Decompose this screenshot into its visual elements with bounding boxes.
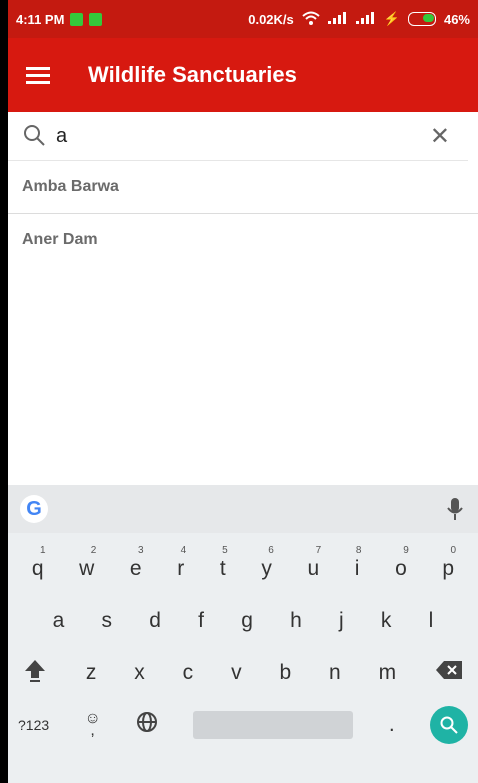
search-enter-key[interactable]	[429, 706, 468, 744]
key-t[interactable]: t5	[220, 545, 228, 581]
keyboard-row-4: ?123 ☺ , .	[8, 699, 478, 751]
emoji-comma-key[interactable]: ☺ ,	[84, 711, 100, 739]
key-u[interactable]: u7	[307, 545, 321, 581]
charging-icon: ⚡	[383, 11, 400, 26]
soft-keyboard: G q1 w2 e3 r4 t5 y6 u7 i8 o9 p0 a s d f …	[8, 485, 478, 783]
phone-screen: 4:11 PM 0.02K/s ⚡ 46% Wildlife Sanctuari…	[8, 0, 478, 783]
search-icon	[22, 123, 48, 149]
search-input[interactable]	[54, 123, 388, 149]
notification-icon	[70, 12, 84, 26]
status-left: 4:11 PM	[16, 11, 103, 27]
key-d[interactable]: d	[149, 609, 161, 633]
key-a[interactable]: a	[53, 609, 65, 633]
key-n[interactable]: n	[329, 661, 341, 685]
key-b[interactable]: b	[279, 661, 291, 685]
keyboard-row-3: z x c v b n m	[8, 647, 478, 699]
period-key[interactable]: .	[389, 713, 395, 737]
symbols-key[interactable]: ?123	[18, 717, 49, 733]
wifi-icon	[302, 11, 320, 28]
key-w[interactable]: w2	[79, 545, 96, 581]
list-item[interactable]: Aner Dam	[8, 214, 478, 266]
globe-icon[interactable]	[136, 711, 158, 739]
key-r[interactable]: r4	[177, 545, 186, 581]
app-title: Wildlife Sanctuaries	[88, 62, 297, 87]
search-bar: ✕	[8, 112, 468, 161]
key-p[interactable]: p0	[442, 545, 456, 581]
key-g[interactable]: g	[241, 609, 253, 633]
hamburger-menu-icon[interactable]	[26, 66, 50, 84]
key-j[interactable]: j	[339, 609, 344, 633]
key-v[interactable]: v	[231, 661, 242, 685]
key-k[interactable]: k	[381, 609, 392, 633]
key-f[interactable]: f	[198, 609, 204, 633]
key-q[interactable]: q1	[32, 545, 46, 581]
key-i[interactable]: i8	[355, 545, 362, 581]
key-l[interactable]: l	[429, 609, 434, 633]
keyboard-row-1: q1 w2 e3 r4 t5 y6 u7 i8 o9 p0	[8, 543, 478, 595]
space-bar[interactable]	[193, 711, 354, 739]
status-bar: 4:11 PM 0.02K/s ⚡ 46%	[8, 0, 478, 38]
key-z[interactable]: z	[86, 661, 97, 685]
list-item[interactable]: Amba Barwa	[8, 161, 478, 214]
status-time: 4:11 PM	[16, 11, 65, 27]
key-h[interactable]: h	[290, 609, 302, 633]
signal-icon	[327, 11, 348, 27]
key-e[interactable]: e3	[130, 545, 144, 581]
notification-icon	[89, 12, 103, 26]
microphone-icon[interactable]	[446, 497, 464, 521]
keyboard-suggestion-bar: G	[8, 485, 478, 533]
keyboard-row-2: a s d f g h j k l	[8, 595, 478, 647]
battery-percent: 46%	[443, 11, 470, 27]
net-speed: 0.02K/s	[248, 11, 294, 27]
key-c[interactable]: c	[183, 661, 194, 685]
search-icon	[440, 716, 458, 734]
key-o[interactable]: o9	[395, 545, 409, 581]
key-x[interactable]: x	[134, 661, 145, 685]
shift-icon[interactable]	[22, 657, 48, 689]
key-s[interactable]: s	[102, 609, 113, 633]
signal-icon	[355, 11, 376, 27]
status-right: 0.02K/s ⚡ 46%	[248, 11, 470, 28]
backspace-icon[interactable]	[434, 659, 464, 687]
clear-search-icon[interactable]: ✕	[430, 122, 450, 151]
battery-icon	[407, 12, 436, 26]
google-icon[interactable]: G	[20, 495, 48, 523]
app-bar: Wildlife Sanctuaries	[8, 38, 478, 112]
key-m[interactable]: m	[379, 661, 397, 685]
key-y[interactable]: y6	[261, 545, 274, 581]
